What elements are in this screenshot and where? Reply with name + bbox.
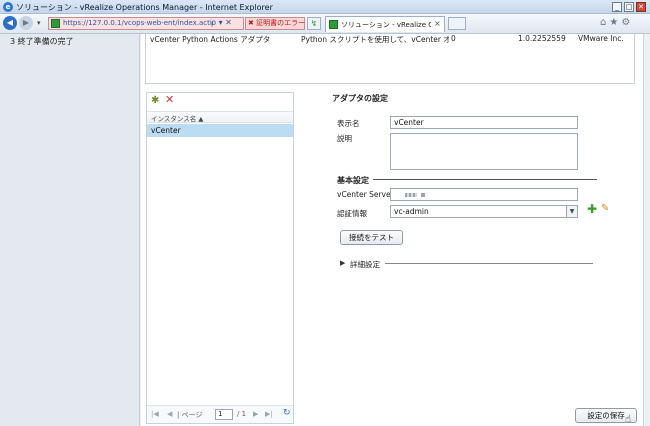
advanced-settings-label[interactable]: 詳細設定	[350, 259, 380, 270]
browser-toolbar-icons[interactable]: ⌂★⚙	[600, 17, 633, 28]
instance-name: vCenter	[151, 126, 181, 135]
site-favicon-icon	[51, 19, 60, 28]
last-page-icon[interactable]: ▶|	[265, 410, 273, 418]
wizard-step-nav: 3 終了準備の完了	[0, 34, 140, 426]
tab-favicon-icon	[329, 20, 338, 29]
window-title: ソリューション - vRealize Operations Manager - …	[16, 3, 273, 12]
refresh-icon[interactable]: ↻	[283, 408, 291, 418]
expand-triangle-icon[interactable]: ▶	[340, 259, 345, 267]
maximize-button[interactable]: □	[624, 2, 634, 12]
add-instance-gear-icon[interactable]: ✱	[151, 95, 159, 106]
basic-settings-title: 基本設定	[337, 176, 369, 185]
forward-button[interactable]: ▶	[19, 16, 33, 30]
chevron-down-icon[interactable]: ▼	[566, 206, 577, 217]
internet-explorer-icon: e	[3, 2, 13, 12]
add-credential-icon[interactable]: ✚	[587, 202, 597, 216]
adapter-settings-title: アダプタの設定	[332, 94, 388, 103]
tab-title: ソリューション - vRealize Ope...	[341, 21, 431, 29]
new-tab-button[interactable]	[448, 17, 466, 30]
instance-column-header[interactable]: インスタンス名 ▲	[147, 111, 293, 123]
solution-version-cell: 1.0.2252559	[518, 34, 566, 43]
next-page-icon[interactable]: ▶	[253, 410, 258, 418]
advanced-settings-divider	[385, 263, 593, 264]
credential-value: vc-admin	[394, 207, 429, 216]
compatibility-view-icon[interactable]: ↯	[307, 17, 321, 30]
previous-page-icon[interactable]: ◀	[167, 410, 172, 418]
address-bar-icons[interactable]: ρ ▾ ✕	[211, 18, 232, 27]
page-label: ページ	[181, 411, 203, 419]
vertical-scrollbar[interactable]	[643, 34, 650, 426]
test-connection-button[interactable]: 接続をテスト	[340, 230, 403, 245]
save-settings-label: 設定の保存	[587, 411, 625, 420]
browser-navigation-bar: ◀ ▶ ▾ https://127.0.0.1/vcops-web-ent/in…	[0, 14, 650, 34]
mouse-cursor-icon: ☝	[625, 414, 632, 425]
shield-warning-icon: ✖	[248, 19, 257, 27]
first-page-icon[interactable]: |◀	[151, 410, 159, 418]
address-bar[interactable]: https://127.0.0.1/vcops-web-ent/index.ac…	[48, 17, 244, 30]
delete-instance-icon[interactable]: ✕	[165, 93, 174, 106]
solutions-table: vCenter Python Actions アダプタ Python スクリプト…	[145, 34, 635, 84]
main-content: vCenter Python Actions アダプタ Python スクリプト…	[141, 34, 643, 426]
instance-name-header: インスタンス名	[151, 115, 197, 123]
instance-list-panel: ✱ ✕ インスタンス名 ▲ vCenter |◀ ◀ | ページ 1 / 1 ▶…	[146, 92, 294, 424]
wizard-step-ready-to-complete[interactable]: 3 終了準備の完了	[10, 36, 74, 47]
page-number-input[interactable]: 1	[215, 409, 233, 420]
description-textarea[interactable]	[390, 133, 578, 170]
tab-close-icon[interactable]: ×	[434, 19, 441, 28]
pager: |◀ ◀ | ページ 1 / 1 ▶ ▶| ↻	[147, 405, 293, 423]
close-window-button[interactable]: ✕	[636, 2, 646, 12]
instance-toolbar: ✱ ✕	[147, 93, 293, 109]
history-dropdown-icon[interactable]: ▾	[37, 19, 41, 27]
window-title-bar: e ソリューション - vRealize Operations Manager …	[0, 0, 650, 14]
credential-select[interactable]: vc-admin ▼	[390, 205, 578, 218]
edit-credential-icon[interactable]: ✎	[601, 203, 609, 214]
solution-description-cell: Python スクリプトを使用して、vCenter オ...	[301, 35, 449, 44]
vcenter-server-label: vCenter Server	[337, 190, 394, 199]
instance-row-selected[interactable]: vCenter	[147, 124, 293, 137]
solution-count-cell: 0	[451, 34, 456, 43]
minimize-button[interactable]: _	[612, 2, 622, 12]
solution-vendor-cell: VMware Inc.	[578, 34, 624, 43]
sort-ascending-icon: ▲	[198, 115, 204, 123]
address-url[interactable]: https://127.0.0.1/vcops-web-ent/index.ac…	[63, 19, 213, 27]
page-total: / 1	[237, 410, 247, 418]
certificate-error-button[interactable]: ✖ 証明書のエラー	[245, 17, 305, 30]
back-button[interactable]: ◀	[3, 16, 17, 30]
certificate-error-label: 証明書のエラー	[256, 19, 306, 27]
vcenter-server-input[interactable]	[390, 188, 578, 201]
display-name-input[interactable]: vCenter	[390, 116, 578, 129]
description-label: 説明	[337, 134, 352, 143]
redacted-server-value	[405, 193, 417, 197]
solution-name-cell[interactable]: vCenter Python Actions アダプタ	[150, 34, 300, 45]
basic-settings-divider	[373, 179, 597, 180]
credential-label: 認証情報	[337, 209, 367, 218]
display-name-label: 表示名	[337, 119, 360, 128]
browser-tab[interactable]: ソリューション - vRealize Ope... ×	[325, 16, 445, 32]
